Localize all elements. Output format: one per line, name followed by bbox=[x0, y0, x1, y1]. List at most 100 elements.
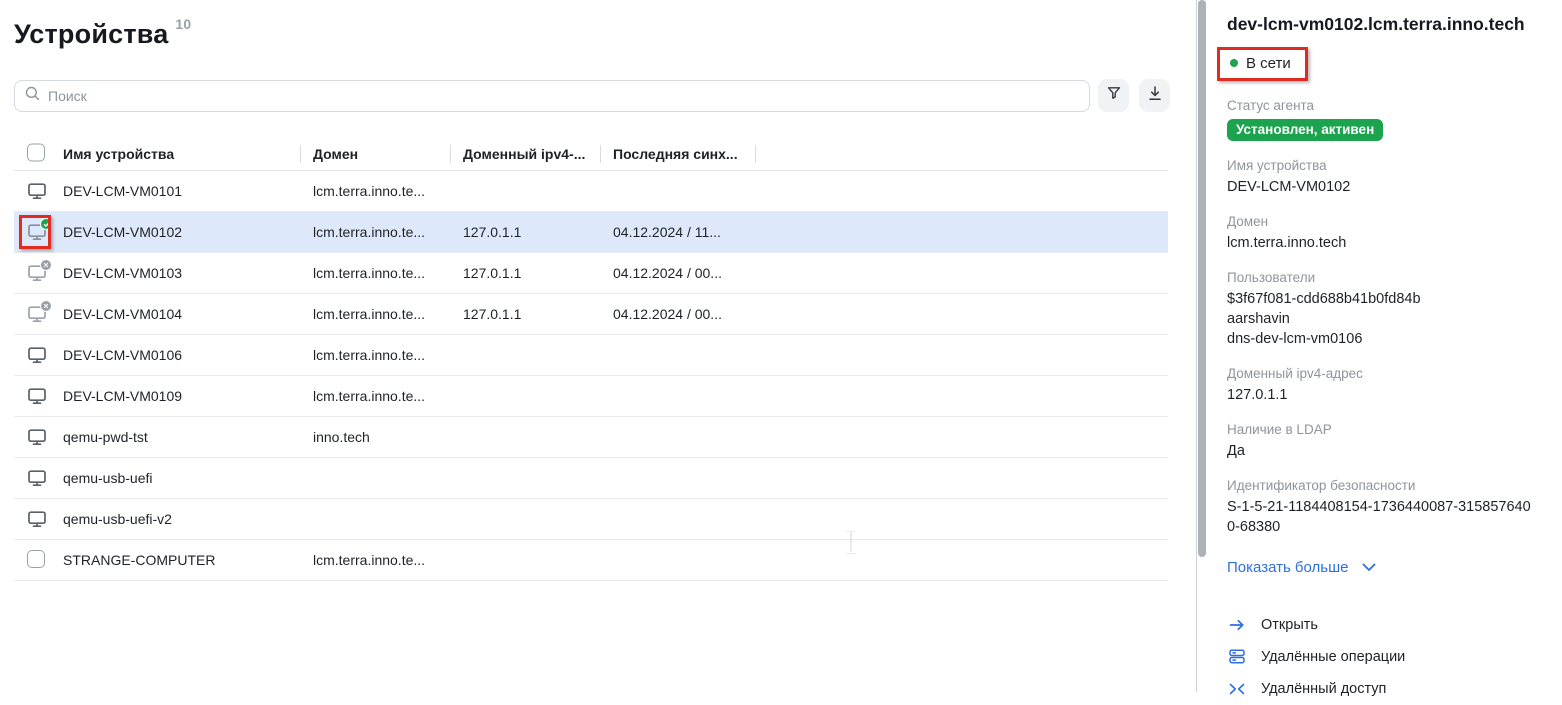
text-cursor bbox=[845, 531, 856, 552]
device-type-icon bbox=[27, 509, 47, 529]
show-more-label: Показать больше bbox=[1227, 559, 1348, 576]
device-sync: 04.12.2024 / 11... bbox=[613, 224, 721, 240]
detail-field: Доменный ipv4-адрес127.0.1.1 bbox=[1227, 366, 1538, 405]
detail-field: Имя устройства DEV-LCM-VM0102 bbox=[1227, 158, 1538, 197]
device-type-icon bbox=[27, 468, 47, 488]
device-ip: 127.0.1.1 bbox=[463, 306, 521, 322]
device-ip: 127.0.1.1 bbox=[463, 265, 521, 281]
table-row[interactable]: STRANGE-COMPUTERlcm.terra.inno.te... bbox=[14, 540, 1168, 581]
device-name: qemu-usb-uefi bbox=[63, 470, 153, 486]
filter-button[interactable] bbox=[1098, 79, 1129, 112]
device-name: qemu-usb-uefi-v2 bbox=[63, 511, 172, 527]
table-row[interactable]: DEV-LCM-VM0102lcm.terra.inno.te...127.0.… bbox=[14, 212, 1168, 253]
table-row[interactable]: DEV-LCM-VM0109 lcm.terra.inno.te... bbox=[14, 376, 1168, 417]
agent-status-badge: Установлен, активен bbox=[1227, 119, 1383, 141]
device-domain: lcm.terra.inno.te... bbox=[313, 347, 425, 363]
device-domain: lcm.terra.inno.te... bbox=[313, 388, 425, 404]
table-row[interactable]: DEV-LCM-VM0104lcm.terra.inno.te...127.0.… bbox=[14, 294, 1168, 335]
page-title: Устройства10 bbox=[14, 16, 191, 50]
device-type-icon bbox=[27, 181, 47, 201]
field-label: Пользователи bbox=[1227, 270, 1538, 285]
download-icon bbox=[1147, 85, 1163, 107]
detail-field: Статус агента Установлен, активен bbox=[1227, 98, 1538, 141]
table-row[interactable]: DEV-LCM-VM0103lcm.terra.inno.te...127.0.… bbox=[14, 253, 1168, 294]
column-divider bbox=[600, 145, 601, 163]
row-checkbox[interactable] bbox=[27, 550, 45, 568]
panel-title: dev-lcm-vm0102.lcm.terra.inno.tech bbox=[1227, 14, 1538, 36]
scrollbar[interactable] bbox=[1198, 0, 1206, 557]
arrow-right-icon bbox=[1227, 618, 1247, 632]
device-domain: lcm.terra.inno.te... bbox=[313, 224, 425, 240]
device-type-icon bbox=[27, 304, 47, 324]
monitor-offline-icon bbox=[27, 311, 47, 327]
device-name: DEV-LCM-VM0103 bbox=[63, 265, 182, 281]
filter-icon bbox=[1106, 85, 1122, 106]
table-header: Имя устройства Домен Доменный ipv4-... П… bbox=[14, 137, 1168, 171]
action-открыть[interactable]: Открыть bbox=[1227, 609, 1538, 641]
device-type-icon bbox=[27, 263, 47, 283]
field-label: Имя устройства bbox=[1227, 158, 1538, 173]
column-divider bbox=[755, 145, 756, 163]
field-value: lcm.terra.inno.tech bbox=[1227, 233, 1535, 253]
detail-field: Идентификатор безопасности S-1-5-21-11844… bbox=[1227, 478, 1538, 537]
field-value: Да bbox=[1227, 441, 1535, 461]
online-dot-icon bbox=[1230, 59, 1238, 67]
column-header-ip[interactable]: Доменный ipv4-... bbox=[463, 146, 585, 162]
field-value: $3f67f081-cdd688b41b0fd84b bbox=[1227, 289, 1535, 309]
action-удалённый-доступ[interactable]: Удалённый доступ bbox=[1227, 673, 1538, 705]
online-status: В сети bbox=[1246, 55, 1291, 72]
table-row[interactable]: DEV-LCM-VM0106 lcm.terra.inno.te... bbox=[14, 335, 1168, 376]
device-type-icon bbox=[27, 345, 47, 365]
column-divider bbox=[300, 145, 301, 163]
device-ip: 127.0.1.1 bbox=[463, 224, 521, 240]
device-domain: inno.tech bbox=[313, 429, 370, 445]
chevron-down-icon bbox=[1362, 559, 1376, 576]
field-value: S-1-5-21-1184408154-1736440087-315857640… bbox=[1227, 497, 1535, 537]
table-row[interactable]: qemu-usb-uefi bbox=[14, 458, 1168, 499]
device-fields: Статус агента Установлен, активен Имя устр… bbox=[1227, 98, 1538, 537]
show-more-link[interactable]: Показать больше bbox=[1227, 559, 1538, 576]
server-icon bbox=[1227, 648, 1247, 665]
online-status-annotation: В сети bbox=[1217, 47, 1308, 81]
device-name: DEV-LCM-VM0109 bbox=[63, 388, 182, 404]
field-label: Наличие в LDAP bbox=[1227, 422, 1538, 437]
field-value: DEV-LCM-VM0102 bbox=[1227, 177, 1535, 197]
action-label: Удалённый доступ bbox=[1261, 681, 1386, 697]
device-domain: lcm.terra.inno.te... bbox=[313, 552, 425, 568]
column-header-domain[interactable]: Домен bbox=[313, 146, 358, 162]
remote-access-icon bbox=[1227, 682, 1247, 696]
device-type-icon bbox=[27, 550, 47, 570]
action-label: Открыть bbox=[1261, 617, 1318, 633]
device-name: DEV-LCM-VM0106 bbox=[63, 347, 182, 363]
device-name: qemu-pwd-tst bbox=[63, 429, 148, 445]
details-panel: dev-lcm-vm0102.lcm.terra.inno.tech В сет… bbox=[1196, 0, 1562, 692]
monitor-offline-icon bbox=[27, 270, 47, 286]
monitor-icon bbox=[27, 434, 47, 450]
field-label: Идентификатор безопасности bbox=[1227, 478, 1538, 493]
device-name: DEV-LCM-VM0104 bbox=[63, 306, 182, 322]
column-header-name[interactable]: Имя устройства bbox=[63, 146, 174, 162]
table-row[interactable]: qemu-usb-uefi-v2 bbox=[14, 499, 1168, 540]
search-icon bbox=[25, 86, 40, 106]
field-value: 127.0.1.1 bbox=[1227, 385, 1535, 405]
column-header-sync[interactable]: Последняя синх... bbox=[613, 146, 738, 162]
field-label: Статус агента bbox=[1227, 98, 1538, 113]
column-divider bbox=[450, 145, 451, 163]
device-sync: 04.12.2024 / 00... bbox=[613, 265, 722, 281]
table-row[interactable]: DEV-LCM-VM0101lcm.terra.inno.te... bbox=[14, 171, 1168, 212]
action-удалённые-операции[interactable]: Удалённые операции bbox=[1227, 641, 1538, 673]
monitor-icon bbox=[27, 475, 47, 491]
export-button[interactable] bbox=[1139, 79, 1170, 112]
monitor-icon bbox=[27, 352, 47, 368]
field-value: dns-dev-lcm-vm0106 bbox=[1227, 329, 1535, 349]
table-row[interactable]: qemu-pwd-tst inno.tech bbox=[14, 417, 1168, 458]
select-all-checkbox[interactable] bbox=[27, 143, 45, 164]
device-type-icon bbox=[27, 427, 47, 447]
search-input[interactable] bbox=[14, 80, 1090, 112]
monitor-icon bbox=[27, 516, 47, 532]
detail-field: Доменlcm.terra.inno.tech bbox=[1227, 214, 1538, 253]
action-label: Удалённые операции bbox=[1261, 649, 1405, 665]
monitor-online-icon bbox=[27, 229, 47, 245]
monitor-icon bbox=[27, 393, 47, 409]
search-field[interactable] bbox=[48, 88, 1079, 104]
